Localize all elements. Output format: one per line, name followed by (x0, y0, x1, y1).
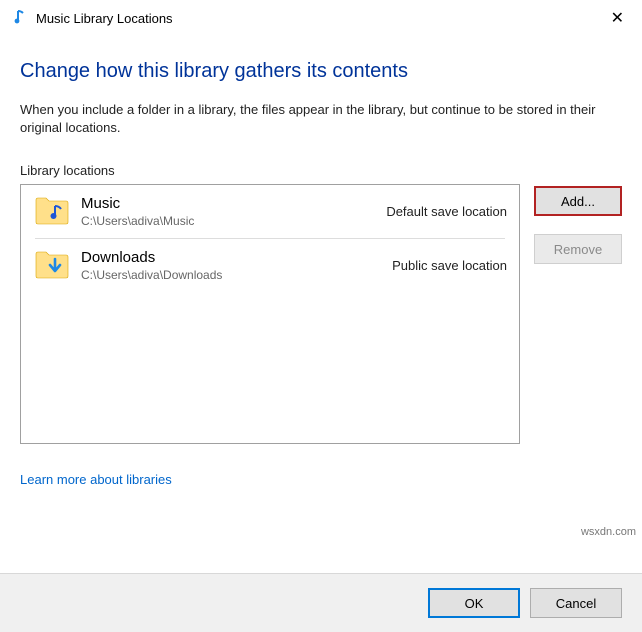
ok-button[interactable]: OK (428, 588, 520, 618)
location-status: Default save location (386, 204, 507, 219)
list-item[interactable]: Downloads C:\Users\adiva\Downloads Publi… (21, 239, 519, 292)
page-title: Change how this library gathers its cont… (20, 60, 622, 83)
location-name: Downloads (81, 249, 222, 266)
side-buttons: Add... Remove (534, 184, 622, 444)
dialog-window: Music Library Locations ✕ Change how thi… (0, 0, 642, 632)
app-icon (12, 9, 28, 28)
window-title: Music Library Locations (36, 11, 173, 26)
titlebar-left: Music Library Locations (12, 9, 173, 28)
location-status: Public save location (392, 258, 507, 273)
add-button[interactable]: Add... (534, 186, 622, 216)
dialog-footer: OK Cancel (0, 573, 642, 632)
main-row: Music C:\Users\adiva\Music Default save … (20, 184, 622, 444)
cancel-button[interactable]: Cancel (530, 588, 622, 618)
description-text: When you include a folder in a library, … (20, 101, 622, 137)
folder-download-icon (35, 249, 69, 282)
watermark-text: wsxdn.com (581, 526, 636, 538)
location-path: C:\Users\adiva\Downloads (81, 268, 222, 282)
learn-more-link[interactable]: Learn more about libraries (20, 472, 622, 487)
content-area: Change how this library gathers its cont… (0, 34, 642, 573)
location-path: C:\Users\adiva\Music (81, 214, 194, 228)
section-label: Library locations (20, 163, 622, 178)
list-item-text: Music C:\Users\adiva\Music Default save … (81, 195, 507, 228)
remove-button: Remove (534, 234, 622, 264)
location-name: Music (81, 195, 194, 212)
folder-music-icon (35, 195, 69, 228)
titlebar: Music Library Locations ✕ (0, 0, 642, 34)
close-button[interactable]: ✕ (605, 8, 630, 28)
list-item[interactable]: Music C:\Users\adiva\Music Default save … (21, 185, 519, 238)
locations-listbox[interactable]: Music C:\Users\adiva\Music Default save … (20, 184, 520, 444)
list-item-text: Downloads C:\Users\adiva\Downloads Publi… (81, 249, 507, 282)
